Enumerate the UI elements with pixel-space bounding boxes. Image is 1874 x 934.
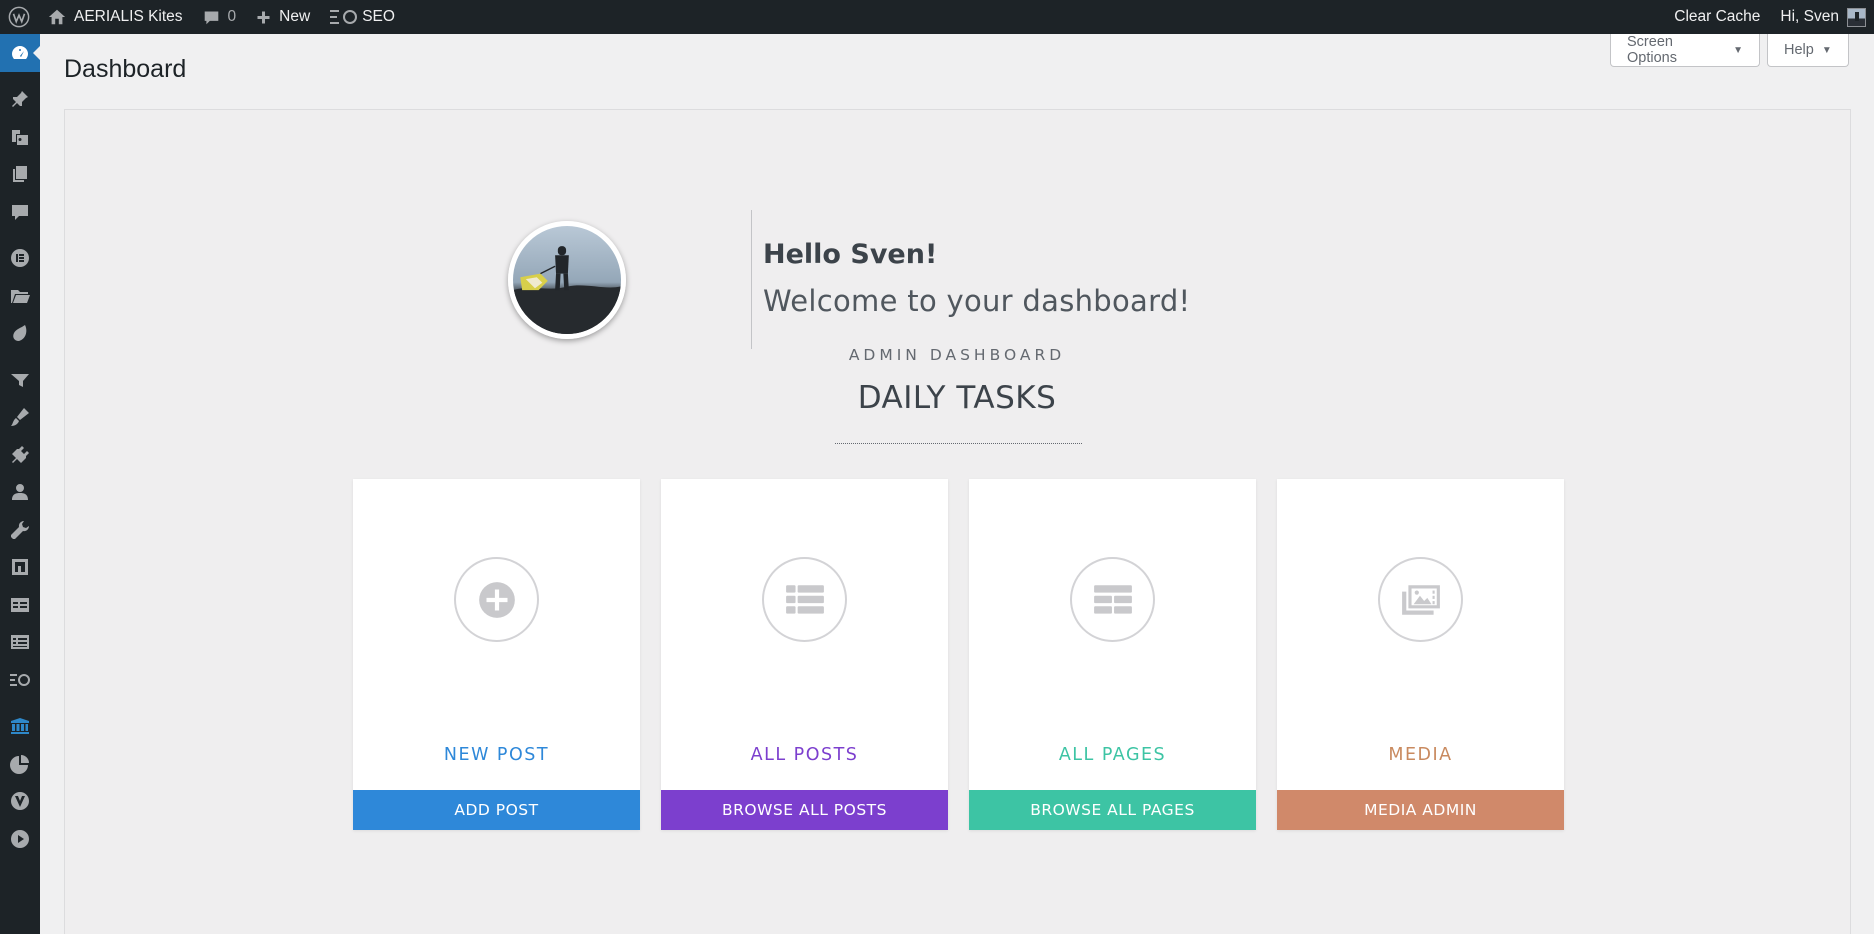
sidebar-item-analytics[interactable] <box>0 745 40 783</box>
section-subtitle: ADMIN DASHBOARD <box>848 346 1066 364</box>
site-name-link[interactable]: AERIALIS Kites <box>38 0 193 34</box>
screen-options-button[interactable]: Screen Options ▼ <box>1610 34 1760 67</box>
sidebar-item-tables[interactable] <box>0 586 40 624</box>
funnel-icon <box>11 373 29 387</box>
user-photo <box>508 221 626 339</box>
comment-bubble-icon <box>204 11 218 24</box>
photos-icon <box>1378 557 1463 642</box>
welcome-message: Welcome to your dashboard! <box>763 284 1191 318</box>
sidebar-item-settings[interactable] <box>0 549 40 587</box>
comments-icon <box>12 204 28 220</box>
main-content: Dashboard Screen Options ▼ Help ▼ Hello … <box>40 34 1874 934</box>
vector-icon <box>11 792 29 811</box>
sidebar-item-vector[interactable] <box>0 783 40 821</box>
browse-all-pages-button[interactable]: BROWSE ALL PAGES <box>969 790 1256 830</box>
seo-link[interactable]: SEO <box>320 0 405 34</box>
card-title: NEW POST <box>443 745 550 765</box>
dashboard-panel <box>64 109 1851 934</box>
sidebar-item-funnel[interactable] <box>0 361 40 399</box>
my-account-link[interactable]: Hi, Sven <box>1770 0 1874 34</box>
clear-cache-link[interactable]: Clear Cache <box>1664 0 1770 34</box>
sidebar-item-elementor[interactable] <box>0 240 40 278</box>
grid-list-icon <box>1070 557 1155 642</box>
card-title: ALL POSTS <box>750 745 859 765</box>
card-all-posts: ALL POSTS BROWSE ALL POSTS <box>661 479 948 830</box>
seo-icon <box>330 10 358 24</box>
form-icon <box>11 635 29 650</box>
add-post-button[interactable]: ADD POST <box>353 790 640 830</box>
sidebar-item-plugins[interactable] <box>0 436 40 474</box>
seo-label: SEO <box>362 8 395 25</box>
plus-circle-icon <box>454 557 539 642</box>
sidebar-item-posts[interactable] <box>0 81 40 119</box>
pin-icon <box>12 91 28 108</box>
library-icon <box>11 718 29 735</box>
person-with-kite-image <box>513 246 621 334</box>
media-icon <box>12 129 28 145</box>
user-greeting: Hi, Sven <box>1780 8 1839 25</box>
card-title: MEDIA <box>1388 745 1453 765</box>
sidebar-item-video[interactable] <box>0 820 40 858</box>
wordpress-logo-icon[interactable] <box>0 0 38 34</box>
list-icon <box>762 557 847 642</box>
appearance-icon <box>11 408 29 427</box>
comments-link[interactable]: 0 <box>193 0 247 34</box>
home-icon <box>48 9 66 25</box>
new-content-link[interactable]: New <box>246 0 320 34</box>
admin-bar: AERIALIS Kites 0 New SEO Clear Cache Hi,… <box>0 0 1874 34</box>
card-new-post: NEW POST ADD POST <box>353 479 640 830</box>
dashboard-icon <box>12 45 28 59</box>
new-label: New <box>279 8 311 25</box>
plugins-icon <box>12 445 29 463</box>
card-title: ALL PAGES <box>1058 745 1167 765</box>
drop-icon <box>13 325 27 342</box>
section-title: DAILY TASKS <box>857 380 1057 416</box>
help-button[interactable]: Help ▼ <box>1767 34 1849 67</box>
admin-sidebar <box>0 34 41 934</box>
sidebar-item-comments[interactable] <box>0 193 40 231</box>
seo-icon <box>10 673 30 686</box>
folder-icon <box>11 289 30 303</box>
hello-heading: Hello Sven! <box>763 239 938 270</box>
settings-icon <box>12 559 28 576</box>
browse-all-posts-button[interactable]: BROWSE ALL POSTS <box>661 790 948 830</box>
welcome-divider <box>751 210 752 349</box>
card-media: MEDIA MEDIA ADMIN <box>1277 479 1564 830</box>
page-title: Dashboard <box>64 55 187 83</box>
sidebar-item-seo[interactable] <box>0 661 40 699</box>
plus-icon <box>257 11 270 23</box>
sidebar-item-tools[interactable] <box>0 511 40 549</box>
chart-icon <box>10 754 29 774</box>
sidebar-item-pages[interactable] <box>0 156 40 194</box>
site-name: AERIALIS Kites <box>74 8 183 25</box>
sidebar-item-users[interactable] <box>0 474 40 512</box>
card-all-pages: ALL PAGES BROWSE ALL PAGES <box>969 479 1256 830</box>
pages-icon <box>13 166 27 183</box>
screen-options-label: Screen Options <box>1627 34 1677 66</box>
caret-down-icon: ▼ <box>1733 44 1743 56</box>
sidebar-item-appearance[interactable] <box>0 399 40 437</box>
sidebar-item-drop[interactable] <box>0 315 40 353</box>
play-icon <box>11 829 29 848</box>
sidebar-item-files[interactable] <box>0 277 40 315</box>
tools-icon <box>11 520 30 539</box>
users-icon <box>12 484 28 501</box>
help-label: Help <box>1784 42 1814 58</box>
media-admin-button[interactable]: MEDIA ADMIN <box>1277 790 1564 830</box>
clear-cache-label: Clear Cache <box>1674 8 1761 25</box>
avatar <box>1847 7 1866 27</box>
sidebar-item-media[interactable] <box>0 118 40 156</box>
caret-down-icon: ▼ <box>1821 44 1832 56</box>
section-divider <box>835 443 1082 444</box>
sidebar-item-dashboard[interactable] <box>0 34 41 72</box>
comments-count: 0 <box>227 8 237 25</box>
elementor-icon <box>11 249 29 268</box>
sidebar-item-library[interactable] <box>0 708 40 746</box>
table-icon <box>11 597 29 612</box>
sidebar-item-forms[interactable] <box>0 624 40 662</box>
